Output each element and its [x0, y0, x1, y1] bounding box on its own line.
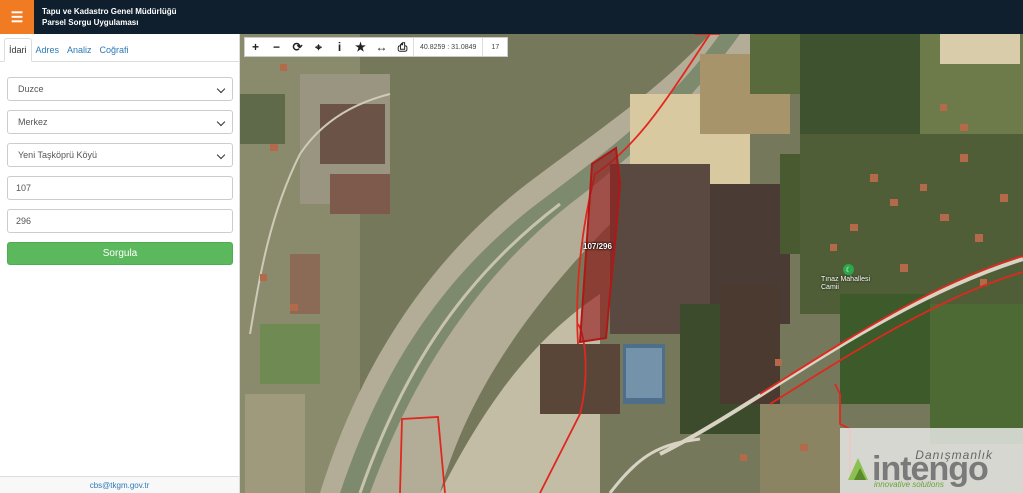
- zoom-in-icon[interactable]: +: [245, 38, 266, 56]
- contact-link[interactable]: cbs@tkgm.gov.tr: [0, 476, 239, 493]
- logo-mark-icon: [848, 458, 868, 480]
- place-label-line2: Camii: [821, 284, 839, 291]
- query-form: Duzce Merkez Yeni Taşköprü Köyü 107 296 …: [0, 62, 239, 265]
- satellite-imagery: [240, 34, 1023, 493]
- place-label-line1: Tınaz Mahallesi: [821, 276, 871, 283]
- menu-button[interactable]: ☰: [0, 0, 34, 34]
- watermark-logo: Danışmanlık intengo innovative solutions: [840, 428, 1023, 493]
- sidebar-tabs: İdari Adres Analiz Coğrafi: [0, 34, 239, 62]
- map-view[interactable]: 107/296 ☾ Tınaz Mahallesi Camii: [240, 34, 1023, 493]
- place-label: Tınaz Mahallesi Camii: [821, 276, 870, 292]
- block-input[interactable]: 107: [7, 176, 233, 200]
- neighborhood-select[interactable]: Yeni Taşköprü Köyü: [7, 143, 233, 167]
- tab-analiz[interactable]: Analiz: [63, 39, 96, 61]
- coordinate-readout: 40.8259 : 31.0849: [413, 38, 482, 56]
- top-bar: ☰ Tapu ve Kadastro Genel Müdürlüğü Parse…: [0, 0, 1023, 34]
- sidebar: İdari Adres Analiz Coğrafi Duzce Merkez …: [0, 34, 240, 493]
- locate-icon[interactable]: ⌖: [308, 38, 329, 56]
- parcel-label: 107/296: [583, 242, 612, 251]
- map-toolbar: + − ⟳ ⌖ i ★ ↔ ⎙ 40.8259 : 31.0849 17: [244, 37, 509, 57]
- tab-adres[interactable]: Adres: [32, 39, 64, 61]
- tab-idari[interactable]: İdari: [4, 38, 32, 62]
- info-icon[interactable]: i: [329, 38, 350, 56]
- measure-icon[interactable]: ↔: [371, 38, 392, 56]
- district-select[interactable]: Merkez: [7, 110, 233, 134]
- zoom-level: 17: [482, 38, 507, 56]
- app-title-line2: Parsel Sorgu Uygulaması: [42, 18, 139, 27]
- query-button[interactable]: Sorgula: [7, 242, 233, 265]
- parcel-input[interactable]: 296: [7, 209, 233, 233]
- star-icon[interactable]: ★: [350, 38, 371, 56]
- mosque-icon: ☾: [843, 264, 854, 275]
- app-title: Tapu ve Kadastro Genel Müdürlüğü Parsel …: [42, 6, 177, 28]
- hamburger-icon: ☰: [10, 8, 24, 25]
- app-title-line1: Tapu ve Kadastro Genel Müdürlüğü: [42, 7, 177, 16]
- print-icon[interactable]: ⎙: [392, 38, 413, 56]
- tab-cografi[interactable]: Coğrafi: [96, 39, 133, 61]
- watermark-sub: innovative solutions: [874, 480, 944, 489]
- province-select[interactable]: Duzce: [7, 77, 233, 101]
- zoom-out-icon[interactable]: −: [266, 38, 287, 56]
- refresh-icon[interactable]: ⟳: [287, 38, 308, 56]
